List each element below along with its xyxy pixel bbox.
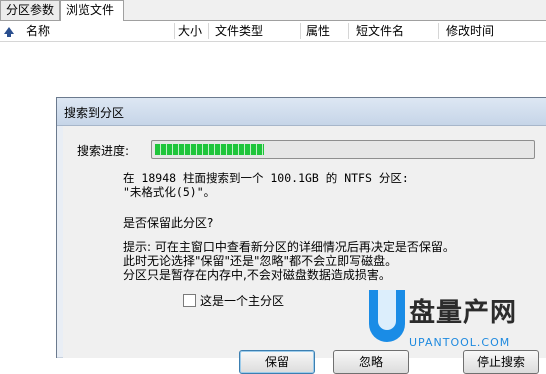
column-divider[interactable]	[174, 23, 175, 39]
column-short-name[interactable]: 短文件名	[356, 21, 404, 41]
column-divider[interactable]	[438, 23, 439, 39]
column-name[interactable]: 名称	[26, 21, 50, 41]
tab-partition-params[interactable]: 分区参数	[0, 0, 60, 20]
column-attributes[interactable]: 属性	[306, 21, 330, 41]
column-size[interactable]: 大小	[178, 21, 202, 41]
dialog-title: 搜索到分区	[64, 106, 125, 120]
watermark-url: UPANTOOL.COM	[409, 336, 511, 349]
checkbox-label: 这是一个主分区	[200, 294, 285, 308]
u-logo-icon	[369, 290, 405, 342]
tab-bar: 分区参数 浏览文件	[0, 0, 546, 21]
hint-line-3: 分区只是暂存在内存中,不会对磁盘数据造成损害。	[123, 268, 391, 282]
column-divider[interactable]	[208, 23, 209, 39]
keep-button[interactable]: 保留	[239, 350, 315, 374]
column-modified-time[interactable]: 修改时间	[446, 21, 494, 41]
watermark-logo: 盘量产网 UPANTOOL.COM	[369, 290, 546, 357]
column-file-type[interactable]: 文件类型	[215, 21, 263, 41]
dialog-titlebar[interactable]: 搜索到分区	[57, 98, 546, 126]
primary-partition-checkbox[interactable]: 这是一个主分区	[183, 292, 284, 309]
file-list-header: 名称 大小 文件类型 属性 短文件名 修改时间	[0, 21, 546, 42]
column-divider[interactable]	[348, 23, 349, 39]
up-folder-icon[interactable]	[4, 27, 14, 37]
result-line-2: "未格式化(5)"。	[123, 185, 216, 199]
column-divider[interactable]	[300, 23, 301, 39]
search-progress-fill	[155, 144, 264, 155]
progress-label: 搜索进度:	[77, 144, 130, 158]
checkbox-box[interactable]	[183, 294, 196, 307]
watermark-brand: 盘量产网	[409, 298, 518, 328]
tab-browse-files[interactable]: 浏览文件	[60, 0, 124, 21]
keep-question: 是否保留此分区?	[123, 216, 214, 230]
search-progress-bar	[151, 140, 535, 159]
